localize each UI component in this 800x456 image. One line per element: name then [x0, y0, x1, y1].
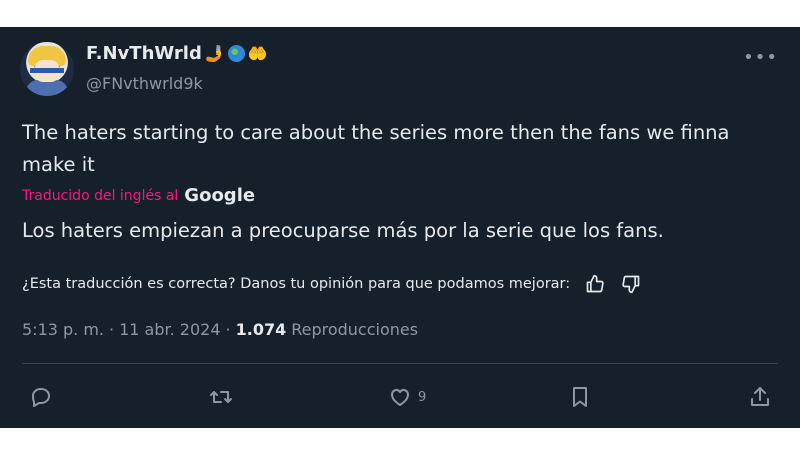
action-bar: 9 [0, 382, 800, 412]
reply-icon [32, 388, 50, 407]
author-handle[interactable]: @FNvthwrld9k [86, 74, 203, 93]
globe-emoji-icon [227, 45, 245, 62]
feedback-prompt: ¿Esta traducción es correcta? Danos tu o… [22, 276, 571, 292]
like-count: 9 [418, 389, 427, 405]
share-button[interactable] [748, 382, 772, 412]
translated-by-label: Traducido del inglés al [22, 187, 179, 204]
google-logo: Google [184, 185, 256, 206]
avatar[interactable] [20, 42, 74, 96]
tweet-meta: 5:13 p. m. · 11 abr. 2024 · 1.074 Reprod… [22, 320, 419, 339]
share-icon [751, 387, 769, 406]
author-display-name[interactable]: F.NvThWrld [86, 43, 202, 64]
bookmark-button[interactable] [568, 382, 592, 412]
heart-icon [391, 389, 409, 406]
bookmark-icon [573, 387, 587, 407]
translation-text: Los haters empiezan a preocuparse más po… [22, 219, 664, 242]
translation-attribution: Traducido del inglés al Google [22, 185, 255, 206]
views-label: Reproducciones [291, 320, 419, 339]
repost-icon [210, 391, 232, 403]
translation-feedback: ¿Esta traducción es correcta? Danos tu o… [22, 273, 642, 295]
tweet-date[interactable]: 11 abr. 2024 [119, 320, 220, 339]
reply-button[interactable] [29, 382, 53, 412]
repost-button[interactable] [209, 382, 233, 412]
open-hands-emoji-icon: 🤲 [247, 43, 268, 63]
thumbs-down-icon[interactable] [620, 273, 642, 295]
views-count: 1.074 [235, 320, 287, 339]
selfie-hand-emoji-icon: 🤳 [204, 43, 225, 63]
like-button[interactable]: 9 [388, 382, 426, 412]
thumbs-up-icon[interactable] [584, 273, 606, 295]
more-options-icon[interactable]: ••• [743, 47, 778, 68]
tweet-card: F.NvThWrld 🤳 🤲 @FNvthwrld9k ••• The hate… [0, 27, 800, 428]
tweet-time[interactable]: 5:13 p. m. [22, 320, 104, 339]
divider [22, 363, 778, 364]
tweet-text: The haters starting to care about the se… [22, 121, 730, 176]
author-display-name-row[interactable]: F.NvThWrld 🤳 🤲 [86, 43, 268, 64]
